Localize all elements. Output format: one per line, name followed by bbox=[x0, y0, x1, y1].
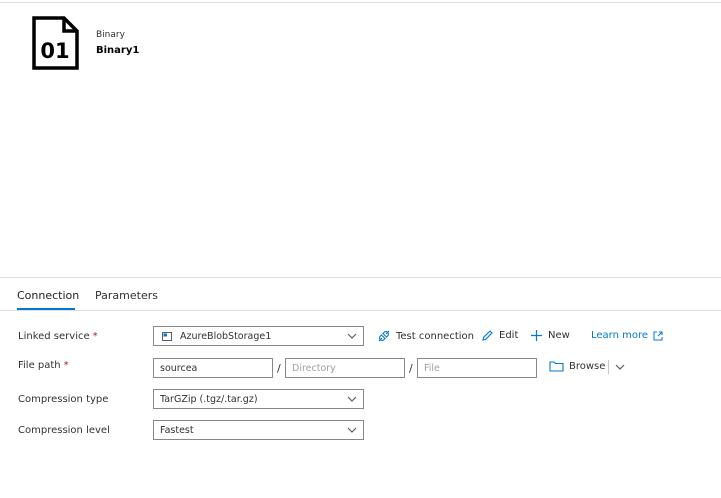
linked-service-value: AzureBlobStorage1 bbox=[180, 330, 272, 342]
plus-icon bbox=[531, 330, 542, 341]
top-border bbox=[0, 2, 721, 3]
compression-type-value: TarGZip (.tgz/.tar.gz) bbox=[160, 393, 258, 405]
linked-service-label-text: Linked service bbox=[18, 331, 90, 342]
binary-file-icon: 01 bbox=[32, 16, 79, 70]
file-input[interactable] bbox=[417, 358, 537, 378]
file-path-label-text: File path bbox=[18, 360, 61, 371]
path-separator: / bbox=[277, 362, 281, 375]
learn-more-link[interactable]: Learn more bbox=[591, 330, 663, 341]
tab-parameters[interactable]: Parameters bbox=[95, 289, 158, 302]
chevron-down-icon bbox=[347, 396, 357, 402]
browse-options-chevron-icon[interactable] bbox=[615, 363, 625, 371]
edit-button[interactable]: Edit bbox=[481, 329, 518, 342]
panel-divider bbox=[0, 277, 721, 278]
chevron-down-icon bbox=[347, 427, 357, 433]
binary-icon-text: 01 bbox=[40, 39, 69, 63]
linked-service-label: Linked service * bbox=[18, 331, 98, 342]
new-label: New bbox=[548, 330, 570, 341]
compression-level-select[interactable]: Fastest bbox=[153, 420, 364, 440]
browse-divider bbox=[608, 360, 609, 374]
required-mark: * bbox=[63, 360, 69, 371]
external-link-icon bbox=[653, 331, 663, 340]
compression-level-label: Compression level bbox=[18, 425, 110, 436]
required-mark: * bbox=[92, 331, 98, 342]
file-path-label: File path * bbox=[18, 360, 69, 371]
file-input-field[interactable] bbox=[424, 359, 536, 377]
directory-input[interactable] bbox=[285, 358, 405, 378]
pencil-icon bbox=[482, 330, 493, 341]
tab-connection[interactable]: Connection bbox=[17, 289, 79, 302]
container-input-field[interactable] bbox=[160, 359, 272, 377]
new-button[interactable]: New bbox=[530, 329, 570, 342]
compression-type-label: Compression type bbox=[18, 394, 109, 405]
linked-service-select[interactable]: AzureBlobStorage1 bbox=[153, 326, 364, 346]
plug-icon bbox=[378, 330, 390, 342]
learn-more-label: Learn more bbox=[591, 330, 649, 341]
path-separator: / bbox=[409, 362, 413, 375]
browse-button[interactable]: Browse bbox=[549, 360, 605, 372]
browse-label: Browse bbox=[569, 360, 606, 372]
tabs-divider bbox=[0, 310, 721, 311]
folder-icon bbox=[549, 361, 564, 372]
storage-icon bbox=[162, 331, 172, 341]
test-connection-button[interactable]: Test connection bbox=[377, 329, 474, 343]
container-input[interactable] bbox=[153, 358, 273, 378]
dataset-type: Binary bbox=[96, 30, 125, 40]
test-connection-label: Test connection bbox=[396, 330, 474, 342]
edit-label: Edit bbox=[499, 330, 519, 341]
directory-input-field[interactable] bbox=[292, 359, 404, 377]
dataset-name: Binary1 bbox=[96, 45, 140, 56]
compression-type-select[interactable]: TarGZip (.tgz/.tar.gz) bbox=[153, 389, 364, 409]
compression-level-value: Fastest bbox=[160, 424, 194, 436]
chevron-down-icon bbox=[347, 333, 357, 339]
